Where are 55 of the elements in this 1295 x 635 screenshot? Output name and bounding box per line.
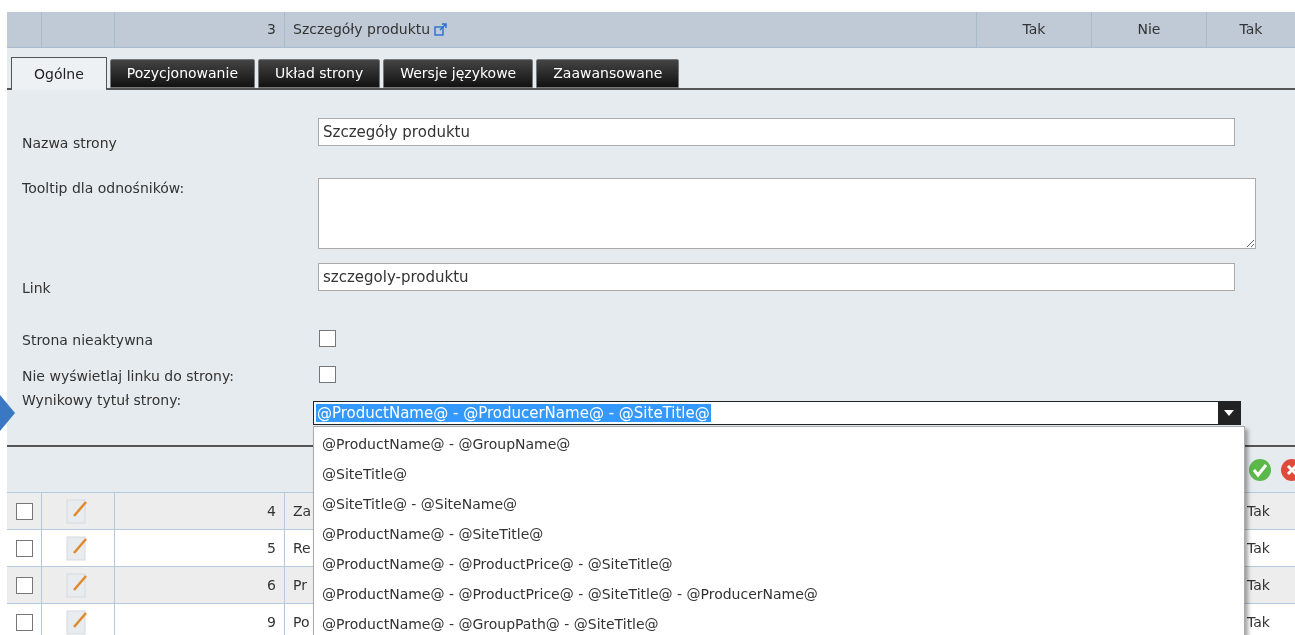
tab[interactable]: Układ strony (258, 59, 381, 88)
tab[interactable]: Ogólne (11, 57, 107, 90)
table-cell-text: Po (293, 612, 310, 632)
checkbox[interactable] (15, 613, 33, 631)
row-number: 6 (267, 575, 276, 595)
dropdown-option[interactable]: @ProductName@ - @GroupName@ (314, 429, 1244, 459)
row-number: 4 (267, 501, 276, 521)
text-area[interactable] (318, 178, 1256, 249)
cancel-icon[interactable] (1280, 457, 1295, 482)
caret-icon (1224, 410, 1234, 416)
tab[interactable]: Pozycjonowanie (109, 59, 255, 88)
table-cell-text: Nie (1137, 20, 1161, 39)
field-label: Link (22, 279, 51, 298)
edit-icon[interactable] (66, 498, 90, 524)
dropdown-option[interactable]: @ProductName@ - @ProductPrice@ - @SiteTitle@ (314, 549, 1244, 579)
selected-text: @ProductName@ - @ProducerName@ - @SiteTitle@ (316, 403, 711, 422)
table-cell-text: Tak (1022, 20, 1046, 39)
checkbox[interactable] (15, 502, 33, 520)
table-cell-text: Pr (293, 575, 307, 595)
dropdown-option[interactable]: @ProductName@ - @SiteTitle@ (314, 519, 1244, 549)
table-cell-text: Tak (1247, 538, 1270, 558)
field-label: Strona nieaktywna (22, 331, 154, 350)
row-number: 3 (267, 20, 276, 39)
checkbox[interactable] (319, 366, 336, 383)
table-cell-text: Tak (1247, 501, 1270, 521)
table-cell-text: Tak (1239, 20, 1263, 39)
input-field[interactable]: szczegoly-produktu (318, 263, 1235, 291)
dropdown-option[interactable]: @SiteTitle@ - @SiteName@ (314, 489, 1244, 519)
field-label: Nie wyświetlaj linku do strony: (22, 367, 234, 386)
dropdown-button[interactable] (1218, 402, 1240, 424)
dropdown-option[interactable]: @SiteTitle@ (314, 459, 1244, 489)
external-link-icon[interactable] (434, 23, 448, 36)
checkbox[interactable] (319, 330, 336, 347)
edit-icon[interactable] (66, 572, 90, 598)
table-cell-text: Re (293, 538, 311, 558)
table-cell-text: Tak (1247, 612, 1270, 632)
row-number: 9 (267, 612, 276, 632)
dropdown-option[interactable]: @ProductName@ - @GroupPath@ - @SiteTitle@ (314, 609, 1244, 635)
edit-icon[interactable] (66, 609, 90, 635)
input-field[interactable]: Szczegóły produktu (318, 118, 1235, 146)
checkbox[interactable] (15, 576, 33, 594)
field-label: Wynikowy tytuł strony: (22, 391, 182, 410)
table-cell-text: Za (293, 501, 312, 521)
confirm-icon[interactable] (1248, 457, 1272, 482)
checkbox[interactable] (15, 539, 33, 557)
field-label: Nazwa strony (22, 134, 117, 153)
page-name: Szczegóły produktu (293, 20, 431, 39)
tab[interactable]: Zaawansowane (536, 59, 680, 88)
edit-icon[interactable] (66, 535, 90, 561)
pointer-arrow-icon (0, 395, 15, 431)
field-label: Tooltip dla odnośników: (22, 179, 185, 198)
dropdown-option[interactable]: @ProductName@ - @ProductPrice@ - @SiteTitle@ - @ProducerName@ (314, 579, 1244, 609)
row-number: 5 (267, 538, 276, 558)
tab[interactable]: Wersje językowe (383, 59, 534, 88)
table-cell-text: Tak (1247, 575, 1270, 595)
